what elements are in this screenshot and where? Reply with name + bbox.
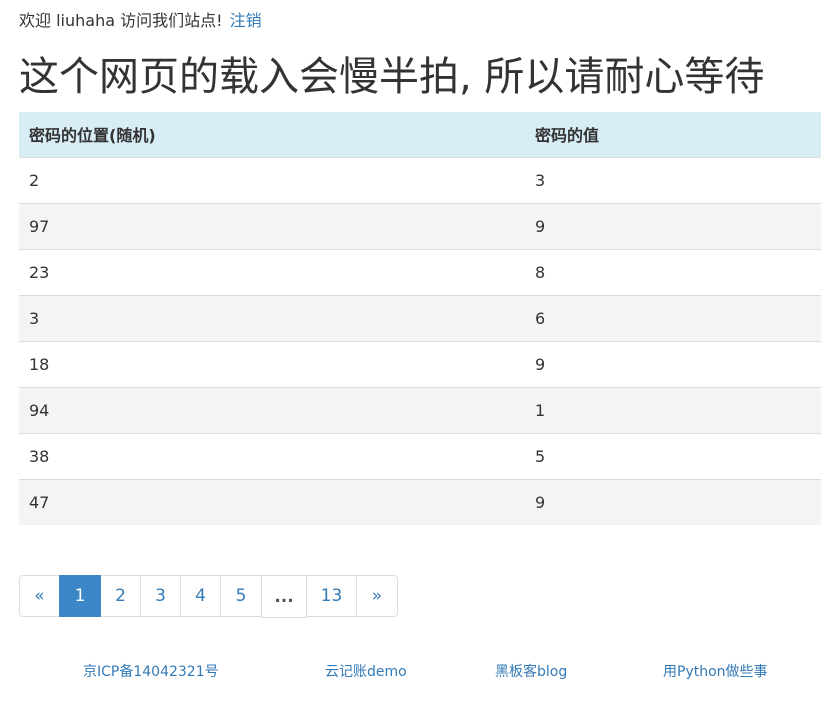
welcome-bar: 欢迎 liuhaha 访问我们站点! 注销: [19, 10, 262, 32]
pagination-page-last[interactable]: 13: [306, 575, 357, 617]
table-row: 2 3: [19, 156, 821, 203]
pagination-ellipsis: ...: [261, 575, 307, 618]
footer-link-python[interactable]: 用Python做些事: [663, 663, 768, 681]
cell-value: 9: [525, 340, 821, 387]
cell-value: 5: [525, 432, 821, 479]
cell-value: 9: [525, 202, 821, 249]
cell-position: 3: [19, 294, 525, 341]
table-header-row: 密码的位置(随机) 密码的值: [19, 112, 821, 158]
cell-position: 38: [19, 432, 525, 479]
table-row: 18 9: [19, 340, 821, 387]
cell-position: 97: [19, 202, 525, 249]
cell-position: 47: [19, 478, 525, 525]
cell-position: 18: [19, 340, 525, 387]
pagination-page-3[interactable]: 3: [140, 575, 181, 617]
table-row: 97 9: [19, 202, 821, 249]
logout-link[interactable]: 注销: [230, 11, 262, 30]
footer-link-icp[interactable]: 京ICP备14042321号: [83, 663, 219, 681]
pagination-next-button[interactable]: »: [356, 575, 398, 617]
welcome-text: 欢迎 liuhaha 访问我们站点!: [19, 11, 223, 30]
cell-value: 8: [525, 248, 821, 295]
table-row: 94 1: [19, 386, 821, 433]
column-header-position: 密码的位置(随机): [19, 112, 525, 158]
cell-value: 6: [525, 294, 821, 341]
pagination-prev-button[interactable]: «: [19, 575, 60, 617]
cell-value: 3: [525, 156, 821, 203]
footer-link-blog[interactable]: 黑板客blog: [495, 663, 567, 681]
password-table: 密码的位置(随机) 密码的值 2 3 97 9 23 8 3 6 18 9 94…: [19, 112, 821, 525]
pagination-page-2[interactable]: 2: [100, 575, 141, 617]
cell-position: 23: [19, 248, 525, 295]
cell-position: 94: [19, 386, 525, 433]
table-row: 38 5: [19, 432, 821, 479]
table-row: 23 8: [19, 248, 821, 295]
cell-value: 1: [525, 386, 821, 433]
cell-value: 9: [525, 478, 821, 525]
footer-link-demo[interactable]: 云记账demo: [325, 663, 407, 681]
pagination-page-1[interactable]: 1: [59, 575, 101, 617]
cell-position: 2: [19, 156, 525, 203]
pagination-page-4[interactable]: 4: [180, 575, 221, 617]
pagination-page-5[interactable]: 5: [220, 575, 262, 617]
column-header-value: 密码的值: [525, 112, 821, 158]
page-title: 这个网页的载入会慢半拍, 所以请耐心等待: [19, 54, 765, 100]
pagination: « 1 2 3 4 5 ... 13 »: [19, 575, 398, 618]
table-row: 47 9: [19, 478, 821, 525]
table-row: 3 6: [19, 294, 821, 341]
